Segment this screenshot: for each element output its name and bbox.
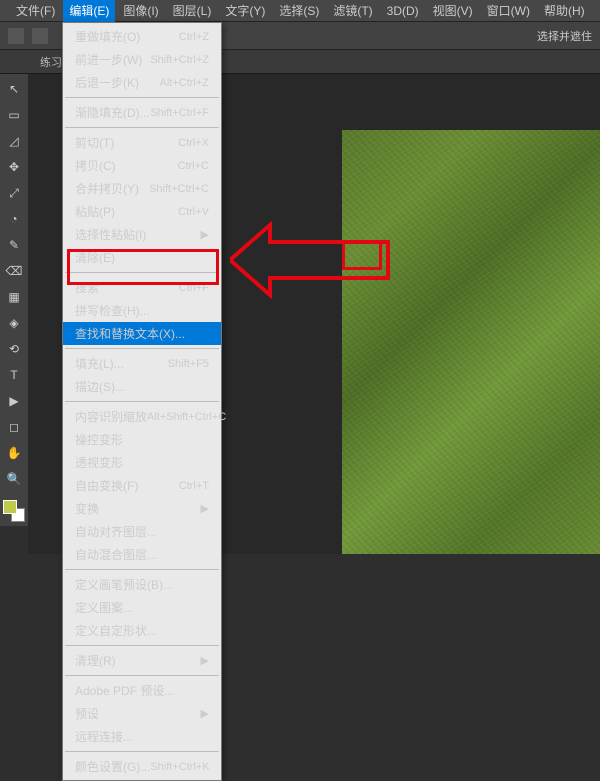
menu-文字[interactable]: 文字(Y) (219, 0, 271, 22)
menu-图像[interactable]: 图像(I) (117, 0, 164, 22)
menu-item[interactable]: 描边(S)... (63, 375, 221, 398)
menu-item[interactable]: 内容识别缩放Alt+Shift+Ctrl+C (63, 405, 221, 428)
document-image (342, 130, 600, 554)
menu-文件[interactable]: 文件(F) (10, 0, 61, 22)
menu-item[interactable]: 定义图案... (63, 596, 221, 619)
menu-item: 自动混合图层... (63, 543, 221, 566)
menu-编辑[interactable]: 编辑(E) (63, 0, 115, 22)
menu-item[interactable]: 清除(E) (63, 246, 221, 269)
tools-panel: ↖ ▭ ◿ ✥ ⤢ ◔ ✎ ⌫ ▦ ◈ ⟲ T ▶ ◻ ✋ 🔍 (0, 74, 28, 526)
menu-item[interactable]: 拷贝(C)Ctrl+C (63, 154, 221, 177)
tool-3[interactable]: ✥ (3, 156, 25, 178)
menu-item[interactable]: 查找和替换文本(X)... (63, 322, 221, 345)
menu-item: 自动对齐图层... (63, 520, 221, 543)
tool-12[interactable]: ▶ (3, 390, 25, 412)
menu-item[interactable]: 剪切(T)Ctrl+X (63, 131, 221, 154)
menu-帮助[interactable]: 帮助(H) (538, 0, 591, 22)
select-and-mask-button[interactable]: 选择并遮住 (537, 28, 592, 44)
tool-7[interactable]: ⌫ (3, 260, 25, 282)
edit-menu-dropdown: 重做填充(O)Ctrl+Z前进一步(W)Shift+Ctrl+Z后退一步(K)A… (62, 22, 222, 781)
menu-item[interactable]: 选择性粘贴(I)▶ (63, 223, 221, 246)
menu-选择[interactable]: 选择(S) (273, 0, 325, 22)
tool-1[interactable]: ▭ (3, 104, 25, 126)
tool-8[interactable]: ▦ (3, 286, 25, 308)
menu-3D[interactable]: 3D(D) (381, 1, 425, 21)
menu-图层[interactable]: 图层(L) (167, 0, 218, 22)
tool-2[interactable]: ◿ (3, 130, 25, 152)
menu-窗口[interactable]: 窗口(W) (481, 0, 536, 22)
menu-item[interactable]: Adobe PDF 预设... (63, 679, 221, 702)
tool-6[interactable]: ✎ (3, 234, 25, 256)
menu-item: 定义自定形状... (63, 619, 221, 642)
menu-item[interactable]: 自由变换(F)Ctrl+T (63, 474, 221, 497)
menu-item[interactable]: 变换▶ (63, 497, 221, 520)
menu-item[interactable]: 粘贴(P)Ctrl+V (63, 200, 221, 223)
menu-item[interactable]: 填充(L)...Shift+F5 (63, 352, 221, 375)
menu-item[interactable]: 渐隐填充(D)...Shift+Ctrl+F (63, 101, 221, 124)
tool-15[interactable]: 🔍 (3, 468, 25, 490)
selection-mode-icon[interactable] (32, 28, 48, 44)
color-swatch[interactable] (3, 500, 25, 522)
tool-13[interactable]: ◻ (3, 416, 25, 438)
tool-14[interactable]: ✋ (3, 442, 25, 464)
menu-item[interactable]: 前进一步(W)Shift+Ctrl+Z (63, 48, 221, 71)
tool-5[interactable]: ◔ (3, 208, 25, 230)
menu-item[interactable]: 后退一步(K)Alt+Ctrl+Z (63, 71, 221, 94)
menu-item: 操控变形 (63, 428, 221, 451)
tool-11[interactable]: T (3, 364, 25, 386)
menu-滤镜[interactable]: 滤镜(T) (327, 0, 378, 22)
menu-item[interactable]: 远程连接... (63, 725, 221, 748)
menu-item[interactable]: 搜索Ctrl+F (63, 276, 221, 299)
menu-item[interactable]: 重做填充(O)Ctrl+Z (63, 25, 221, 48)
menu-item[interactable]: 拼写检查(H)... (63, 299, 221, 322)
menu-item: 合并拷贝(Y)Shift+Ctrl+C (63, 177, 221, 200)
tool-preset-icon[interactable] (8, 28, 24, 44)
menu-item[interactable]: 透视变形 (63, 451, 221, 474)
menu-item[interactable]: 预设▶ (63, 702, 221, 725)
menu-视图[interactable]: 视图(V) (427, 0, 479, 22)
tool-0[interactable]: ↖ (3, 78, 25, 100)
menubar: 文件(F)编辑(E)图像(I)图层(L)文字(Y)选择(S)滤镜(T)3D(D)… (0, 0, 600, 22)
tool-10[interactable]: ⟲ (3, 338, 25, 360)
tool-4[interactable]: ⤢ (3, 182, 25, 204)
tool-9[interactable]: ◈ (3, 312, 25, 334)
menu-item[interactable]: 清理(R)▶ (63, 649, 221, 672)
menu-item[interactable]: 颜色设置(G)...Shift+Ctrl+K (63, 755, 221, 778)
menu-item[interactable]: 定义画笔预设(B)... (63, 573, 221, 596)
